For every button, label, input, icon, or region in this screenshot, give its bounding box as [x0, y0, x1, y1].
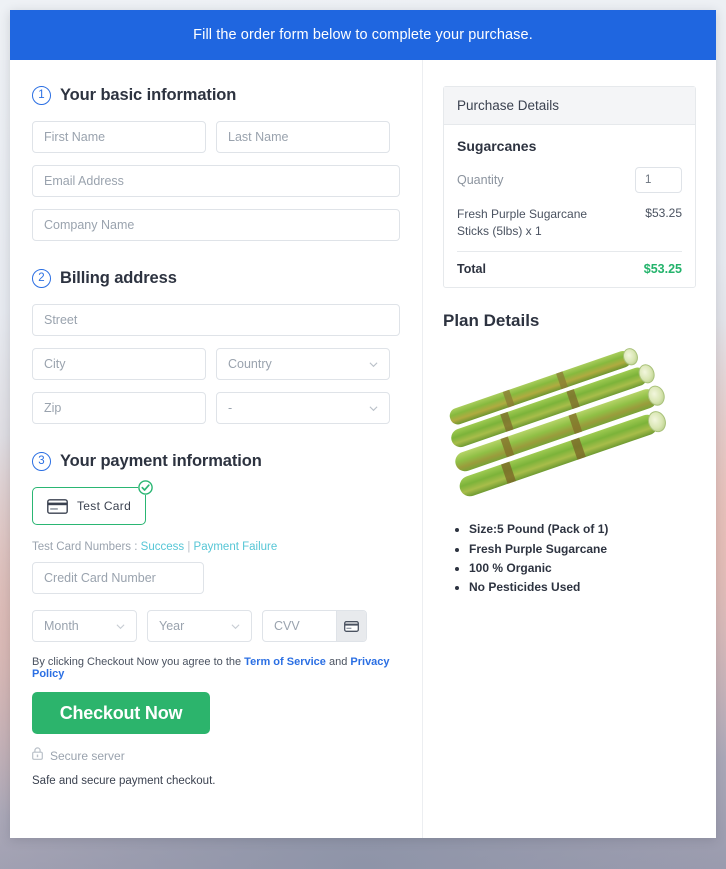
credit-card-icon	[344, 620, 359, 632]
list-item: No Pesticides Used	[469, 578, 696, 597]
line-item-row: Fresh Purple Sugarcane Sticks (5lbs) x 1…	[457, 206, 682, 240]
line-item-description: Fresh Purple Sugarcane Sticks (5lbs) x 1	[457, 207, 588, 239]
test-card-option[interactable]: Test Card	[32, 487, 147, 525]
email-row: Email Address	[32, 165, 400, 197]
credit-card-icon	[47, 498, 68, 514]
terms-of-service-link[interactable]: Term of Service	[244, 656, 326, 668]
payment-failure-link[interactable]: Payment Failure	[194, 541, 278, 553]
purchase-details-heading: Purchase Details	[444, 87, 695, 125]
quantity-input[interactable]: 1	[635, 167, 682, 193]
line-item-amount: $53.25	[645, 206, 682, 220]
chevron-down-icon	[369, 404, 378, 413]
first-name-input[interactable]: First Name	[32, 121, 206, 153]
banner-text: Fill the order form below to complete yo…	[193, 27, 533, 43]
step-payment-information-header: 3 Your payment information	[32, 452, 400, 471]
agreement-text: By clicking Checkout Now you agree to th…	[32, 656, 400, 680]
agreement-prefix: By clicking Checkout Now you agree to th…	[32, 656, 242, 668]
sugarcane-product-image	[449, 348, 666, 497]
expiry-year-select[interactable]: Year	[147, 610, 252, 642]
country-select-value: Country	[228, 357, 272, 371]
expiry-month-value: Month	[44, 619, 79, 633]
city-input[interactable]: City	[32, 348, 206, 380]
purchase-details-body: Sugarcanes Quantity 1 Fresh Purple Sugar…	[444, 125, 695, 287]
purchase-details-box: Purchase Details Sugarcanes Quantity 1 F…	[443, 86, 696, 289]
last-name-input[interactable]: Last Name	[216, 121, 390, 153]
step-payment-information-title: Your payment information	[60, 452, 262, 470]
summary-column: Purchase Details Sugarcanes Quantity 1 F…	[422, 60, 716, 838]
secure-server-label: Secure server	[50, 749, 125, 763]
list-item: Size:5 Pound (Pack of 1)	[469, 520, 696, 539]
total-label: Total	[457, 262, 486, 277]
form-column: 1 Your basic information First Name Last…	[10, 60, 422, 838]
step-billing-address-title: Billing address	[60, 269, 177, 287]
step-number-2: 2	[32, 269, 51, 288]
page-banner: Fill the order form below to complete yo…	[10, 10, 716, 60]
test-card-tile-wrapper: Test Card	[32, 480, 154, 525]
link-separator: |	[187, 541, 191, 553]
cvv-input[interactable]: CVV	[263, 619, 336, 633]
expiry-month-select[interactable]: Month	[32, 610, 137, 642]
checkout-page: Fill the order form below to complete yo…	[0, 0, 726, 869]
secure-server-row: Secure server	[32, 747, 400, 765]
success-link[interactable]: Success	[141, 541, 184, 553]
chevron-down-icon	[231, 622, 240, 631]
total-row: Total $53.25	[457, 262, 682, 276]
company-row: Company Name	[32, 209, 400, 241]
test-card-label: Test Card	[77, 499, 132, 513]
quantity-label: Quantity	[457, 173, 504, 187]
list-item: 100 % Organic	[469, 559, 696, 578]
cvv-help-button[interactable]	[336, 611, 366, 641]
email-input[interactable]: Email Address	[32, 165, 400, 197]
step-basic-information-header: 1 Your basic information	[32, 86, 400, 105]
expiry-cvv-row: Month Year CVV	[32, 610, 400, 642]
zip-input[interactable]: Zip	[32, 392, 206, 424]
step-billing-address-header: 2 Billing address	[32, 269, 400, 288]
test-card-numbers-label: Test Card Numbers :	[32, 541, 138, 553]
quantity-row: Quantity 1	[457, 167, 682, 193]
total-divider	[457, 251, 682, 253]
credit-card-number-input[interactable]: Credit Card Number	[32, 562, 204, 594]
chevron-down-icon	[116, 622, 125, 631]
name-row: First Name Last Name	[32, 121, 400, 153]
product-name: Sugarcanes	[457, 138, 537, 154]
test-card-numbers-line: Test Card Numbers : Success | Payment Fa…	[32, 541, 400, 553]
step-basic-information-title: Your basic information	[60, 86, 237, 104]
chevron-down-icon	[369, 360, 378, 369]
agreement-and: and	[328, 656, 348, 668]
city-country-row: City Country	[32, 348, 400, 380]
lock-icon	[32, 747, 43, 765]
plan-feature-list: Size:5 Pound (Pack of 1) Fresh Purple Su…	[443, 520, 696, 598]
step-number-3: 3	[32, 452, 51, 471]
checkout-card: Fill the order form below to complete yo…	[10, 10, 716, 838]
check-circle-icon	[138, 480, 154, 495]
list-item: Fresh Purple Sugarcane	[469, 540, 696, 559]
plan-details-title: Plan Details	[443, 311, 540, 331]
street-row: Street	[32, 304, 400, 336]
state-select-value: -	[228, 401, 233, 415]
step-number-1: 1	[32, 86, 51, 105]
street-input[interactable]: Street	[32, 304, 400, 336]
state-select[interactable]: -	[216, 392, 390, 424]
checkout-body: 1 Your basic information First Name Last…	[10, 60, 716, 838]
company-name-input[interactable]: Company Name	[32, 209, 400, 241]
cvv-field-wrapper: CVV	[262, 610, 367, 642]
country-select[interactable]: Country	[216, 348, 390, 380]
total-amount: $53.25	[643, 262, 682, 277]
credit-card-row: Credit Card Number	[32, 562, 400, 594]
zip-state-row: Zip -	[32, 392, 400, 424]
safe-checkout-note: Safe and secure payment checkout.	[32, 775, 216, 787]
checkout-now-button[interactable]: Checkout Now	[32, 692, 210, 734]
expiry-year-value: Year	[159, 619, 185, 633]
